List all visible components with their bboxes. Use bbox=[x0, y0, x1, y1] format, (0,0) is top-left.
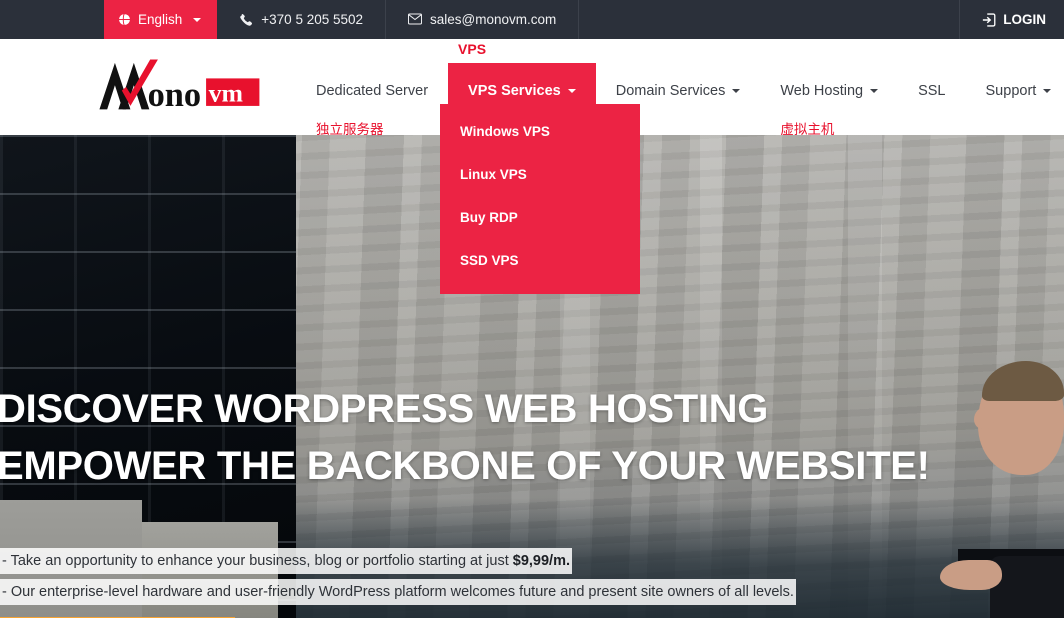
vps-services-dropdown: Windows VPS Linux VPS Buy RDP SSD VPS bbox=[440, 104, 640, 294]
email-info[interactable]: sales@monovm.com bbox=[386, 0, 580, 39]
nav-item-web-hosting[interactable]: Web Hosting 虚拟主机 bbox=[760, 63, 898, 137]
svg-text:ono: ono bbox=[148, 76, 202, 114]
nav-item-label: SSL bbox=[918, 82, 946, 99]
main-navigation: Dedicated Server 独立服务器 VPS VPS Services … bbox=[296, 39, 1064, 138]
language-label: English bbox=[138, 12, 183, 27]
dropdown-item-buy-rdp[interactable]: Buy RDP bbox=[440, 196, 640, 239]
top-bar: English +370 5 205 5502 sales@monovm.com… bbox=[0, 0, 1064, 39]
dropdown-item-linux-vps[interactable]: Linux VPS bbox=[440, 153, 640, 196]
hero-bullet-2: - Our enterprise-level hardware and user… bbox=[0, 579, 796, 605]
login-button[interactable]: LOGIN bbox=[960, 0, 1064, 39]
nav-item-ssl[interactable]: SSL bbox=[898, 63, 965, 118]
chevron-down-icon bbox=[567, 88, 576, 93]
nav-item-label: VPS Services bbox=[468, 82, 561, 99]
dropdown-item-label: Windows VPS bbox=[460, 124, 550, 139]
hero-bullet-row: - Our enterprise-level hardware and user… bbox=[0, 579, 796, 610]
topbar-spacer bbox=[579, 0, 961, 39]
dropdown-item-label: SSD VPS bbox=[460, 253, 519, 268]
hero-bullet-1: - Take an opportunity to enhance your bu… bbox=[0, 548, 573, 574]
chevron-down-icon bbox=[193, 17, 202, 22]
login-icon bbox=[982, 12, 996, 27]
nav-item-label: Web Hosting bbox=[780, 82, 864, 99]
chevron-down-icon bbox=[1043, 88, 1052, 93]
chevron-down-icon bbox=[870, 88, 879, 93]
globe-icon bbox=[118, 13, 131, 26]
login-label: LOGIN bbox=[1003, 12, 1046, 27]
hero-bullet-1-text: - Take an opportunity to enhance your bu… bbox=[2, 553, 513, 569]
logo[interactable]: ono vm bbox=[96, 56, 268, 118]
phone-icon bbox=[239, 13, 253, 27]
envelope-icon bbox=[407, 13, 423, 27]
language-selector[interactable]: English bbox=[104, 0, 218, 39]
hero-headline-line2: EMPOWER THE BACKBONE OF YOUR WEBSITE! bbox=[0, 444, 930, 488]
nav-item-suplabel: VPS bbox=[458, 41, 487, 57]
hero-bullets: - Take an opportunity to enhance your bu… bbox=[0, 548, 796, 610]
hero-headline: DISCOVER WORDPRESS WEB HOSTING EMPOWER T… bbox=[0, 381, 930, 495]
dropdown-item-windows-vps[interactable]: Windows VPS bbox=[440, 110, 640, 153]
hero-bullet-row: - Take an opportunity to enhance your bu… bbox=[0, 548, 796, 579]
hero-bullet-1-price: $9,99/m. bbox=[512, 553, 571, 569]
phone-info[interactable]: +370 5 205 5502 bbox=[217, 0, 387, 39]
hero-headline-line1: DISCOVER WORDPRESS WEB HOSTING bbox=[0, 387, 769, 431]
email-label: sales@monovm.com bbox=[430, 12, 557, 27]
chevron-down-icon bbox=[732, 88, 741, 93]
dropdown-item-label: Linux VPS bbox=[460, 167, 527, 182]
svg-text:vm: vm bbox=[209, 79, 244, 108]
topbar-left-spacer bbox=[0, 0, 104, 39]
phone-label: +370 5 205 5502 bbox=[261, 12, 364, 27]
nav-item-dedicated-server[interactable]: Dedicated Server 独立服务器 bbox=[296, 63, 448, 138]
dropdown-item-label: Buy RDP bbox=[460, 210, 518, 225]
nav-item-support[interactable]: Support bbox=[966, 63, 1064, 118]
nav-item-label: Support bbox=[985, 82, 1037, 99]
nav-item-label: Domain Services bbox=[615, 82, 726, 99]
nav-item-label: Dedicated Server bbox=[316, 82, 429, 99]
dropdown-item-ssd-vps[interactable]: SSD VPS bbox=[440, 239, 640, 282]
